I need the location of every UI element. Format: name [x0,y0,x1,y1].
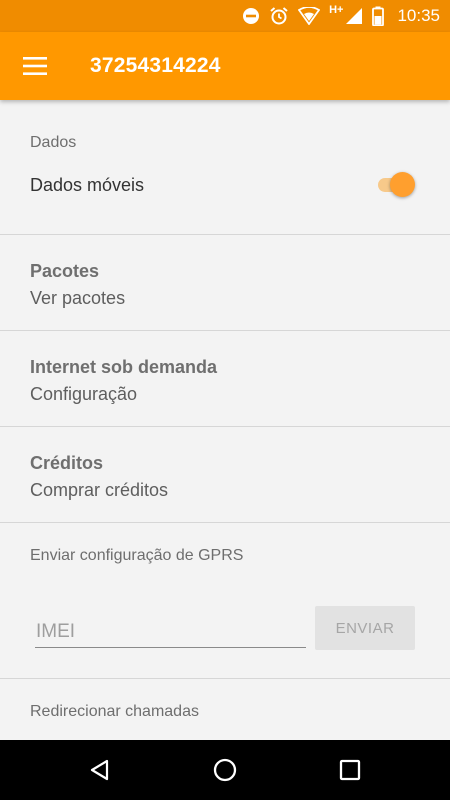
alarm-icon [269,6,289,26]
menu-icon [23,57,47,75]
redirect-category-header: Redirecionar chamadas [30,703,199,720]
signal-icon [345,7,363,25]
network-type-label: H+ [329,4,344,16]
home-button[interactable] [185,740,265,800]
credits-title: Créditos [30,453,104,473]
settings-list: Dados Dados móveis Pacotes Ver pacotes I… [0,100,450,740]
redirect-section: Redirecionar chamadas [0,679,450,740]
toggle-thumb [390,172,415,197]
list-item-packages[interactable]: Pacotes Ver pacotes [0,235,450,331]
list-item-internet-on-demand[interactable]: Internet sob demanda Configuração [0,331,450,427]
internet-on-demand-title: Internet sob demanda [30,357,218,377]
back-icon [90,759,109,781]
app-bar-title: 37254314224 [90,54,221,77]
status-bar: H+ 10:35 [0,0,450,32]
battery-icon [372,6,385,26]
back-button[interactable] [60,740,140,800]
data-category-header: Dados [30,134,77,151]
credits-subtitle: Comprar créditos [30,480,169,500]
wifi-icon [298,7,321,25]
gprs-section: Enviar configuração de GPRS ENVIAR [0,523,450,679]
status-time: 10:35 [397,6,440,25]
gprs-category-header: Enviar configuração de GPRS [30,547,244,564]
navigation-bar [0,740,450,800]
recents-button[interactable] [310,740,390,800]
recents-icon [339,759,361,781]
mobile-data-label: Dados móveis [30,175,145,195]
mobile-data-row[interactable]: Dados móveis [0,162,450,206]
mobile-data-toggle[interactable] [376,171,416,197]
packages-title: Pacotes [30,261,100,281]
internet-on-demand-subtitle: Configuração [30,384,138,404]
app-bar: 37254314224 [0,32,450,100]
do-not-disturb-icon [242,7,260,25]
list-item-credits[interactable]: Créditos Comprar créditos [0,427,450,523]
data-section: Dados Dados móveis [0,100,450,235]
packages-subtitle: Ver pacotes [30,288,126,308]
send-button[interactable]: ENVIAR [315,606,415,650]
imei-input[interactable] [35,617,306,648]
menu-button[interactable] [0,32,70,100]
home-icon [213,758,237,782]
